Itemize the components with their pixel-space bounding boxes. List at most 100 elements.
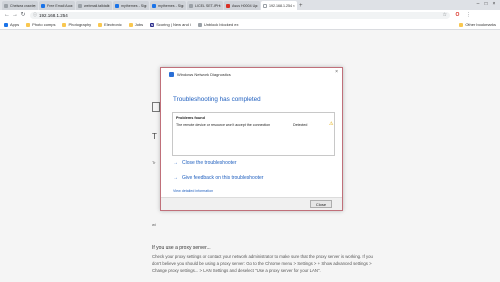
reload-icon[interactable]: ↻ — [19, 11, 27, 19]
bookmark-label: Photography — [68, 22, 92, 27]
bookmark-label: Unblock blocked ex — [203, 22, 239, 27]
tab-label: mythemes - Sign — [158, 3, 183, 8]
tab-label: Asus H0004 Upgr — [232, 3, 257, 8]
favicon-icon — [152, 3, 156, 8]
tab[interactable]: LICEL SET-IPHL ?× — [187, 1, 223, 10]
problems-found-box: Problems found The remote device or reso… — [172, 112, 335, 156]
proxy-instructions: Check your proxy settings or contact you… — [152, 254, 373, 273]
apps-icon — [4, 22, 8, 27]
bookmark-folder[interactable]: Photo comps — [26, 22, 55, 27]
menu-icon[interactable]: ⋮ — [465, 12, 472, 19]
arrow-right-icon: → — [173, 175, 178, 181]
close-window-icon[interactable]: × — [490, 0, 498, 8]
tab[interactable]: mythemes - Sign × — [113, 1, 149, 10]
back-icon[interactable]: ← — [3, 11, 11, 19]
close-icon[interactable]: × — [34, 3, 36, 8]
tab[interactable]: Chelsea crawley × — [2, 1, 38, 10]
folder-icon — [128, 22, 133, 27]
proxy-heading: If you use a proxy server... — [152, 245, 211, 251]
tab[interactable]: mythemes - Sign × — [150, 1, 186, 10]
bookmark-folder[interactable]: Jobs — [128, 22, 144, 27]
network-diagnostics-icon — [169, 71, 174, 77]
folder-icon — [98, 22, 103, 27]
link-label: Close the troubleshooter — [182, 160, 237, 166]
page-icon — [197, 22, 202, 27]
close-icon[interactable]: × — [71, 3, 73, 8]
url-input[interactable] — [39, 12, 419, 18]
problems-header: Problems found — [176, 116, 205, 120]
tab-label: Chelsea crawley — [10, 3, 35, 8]
tab-label: LICEL SET-IPHL ? — [195, 3, 220, 8]
tab[interactable]: Asus H0004 Upgr× — [224, 1, 260, 10]
favicon-icon — [115, 3, 119, 8]
info-icon[interactable]: ⓘ — [33, 12, 37, 18]
folder-icon — [62, 22, 67, 27]
warning-icon: ⚠ — [329, 121, 334, 127]
dialog-heading: Troubleshooting has completed — [173, 96, 261, 103]
maximize-icon[interactable]: □ — [482, 0, 490, 8]
close-icon[interactable]: × — [108, 3, 110, 8]
tab[interactable]: Free Email Accoun× — [39, 1, 75, 10]
bookmark-link[interactable]: N Scoring | New and i — [150, 22, 191, 27]
link-label: Give feedback on this troubleshooter — [182, 175, 264, 181]
new-tab-button[interactable]: + — [299, 3, 305, 10]
forward-icon[interactable]: → — [11, 11, 19, 19]
view-details-link[interactable]: View detailed information — [173, 189, 213, 193]
address-bar[interactable]: ⓘ ☆ — [30, 11, 450, 19]
tab-label: Free Email Accoun — [47, 3, 72, 8]
favicon-icon — [189, 3, 193, 8]
tab[interactable]: webmail.talktalk.c× — [76, 1, 112, 10]
n-logo-icon: N — [150, 22, 155, 27]
dialog-footer: Close — [161, 197, 342, 210]
tab-label: webmail.talktalk.c — [84, 3, 109, 8]
minimize-icon[interactable]: – — [474, 0, 482, 8]
bookmark-label: Electronic — [104, 22, 122, 27]
folder-icon — [459, 22, 464, 27]
problem-description: The remote device or resource won't acce… — [176, 123, 271, 127]
close-icon[interactable]: × — [293, 3, 295, 8]
bookmark-folder[interactable]: Electronic — [98, 22, 122, 27]
error-page-icon — [152, 102, 160, 112]
arrow-right-icon: → — [173, 160, 178, 166]
star-icon[interactable]: ☆ — [443, 12, 447, 18]
close-icon[interactable]: × — [219, 3, 221, 8]
bookmark-label: Apps — [10, 22, 20, 27]
dialog-titlebar: Windows Network Diagnostics — [161, 68, 342, 80]
favicon-icon — [78, 3, 82, 8]
network-diagnostics-dialog: Windows Network Diagnostics × Troublesho… — [160, 67, 343, 211]
favicon-icon — [4, 3, 8, 8]
close-icon[interactable]: × — [256, 3, 258, 8]
tab-strip: Chelsea crawley× Free Email Accoun× webm… — [0, 0, 500, 10]
favicon-icon — [263, 3, 267, 8]
bookmark-label: Photo comps — [32, 22, 56, 27]
tab-label: 192.168.1.254 — [269, 3, 292, 8]
error-text-fragment: Tr — [152, 160, 156, 165]
close-icon[interactable]: × — [145, 3, 147, 8]
window-controls: – □ × — [474, 0, 498, 8]
bookmark-label: Jobs — [134, 22, 144, 27]
close-icon[interactable]: × — [182, 3, 184, 8]
error-title-fragment: T — [152, 132, 157, 141]
close-button[interactable]: Close — [310, 200, 332, 208]
tab-active[interactable]: 192.168.1.254 × — [261, 1, 297, 10]
extension-icon[interactable]: O — [454, 12, 461, 19]
bookmark-label: Other bookmarks — [465, 22, 496, 27]
toolbar: ← → ↻ ⓘ ☆ O ⋮ — [0, 10, 500, 20]
browser-chrome: Chelsea crawley× Free Email Accoun× webm… — [0, 0, 500, 30]
favicon-icon — [41, 3, 45, 8]
bookmarks-bar: Apps Photo comps Photography Electronic … — [0, 20, 500, 30]
close-troubleshooter-link[interactable]: → Close the troubleshooter — [173, 160, 236, 166]
feedback-link[interactable]: → Give feedback on this troubleshooter — [173, 175, 263, 181]
bookmark-other[interactable]: Other bookmarks — [459, 22, 496, 27]
bookmark-folder[interactable]: Photography — [62, 22, 91, 27]
tab-label: mythemes - Sign — [121, 3, 146, 8]
favicon-icon — [226, 3, 230, 8]
bookmark-link[interactable]: Unblock blocked ex — [197, 22, 239, 27]
error-text-fragment: wi — [152, 222, 156, 227]
dialog-title: Windows Network Diagnostics — [177, 71, 231, 77]
bookmark-label: Scoring | New and i — [156, 22, 191, 27]
bookmark-apps[interactable]: Apps — [4, 22, 19, 27]
problem-status: Detected — [293, 123, 308, 127]
dialog-close-icon[interactable]: × — [335, 69, 338, 75]
folder-icon — [26, 22, 31, 27]
